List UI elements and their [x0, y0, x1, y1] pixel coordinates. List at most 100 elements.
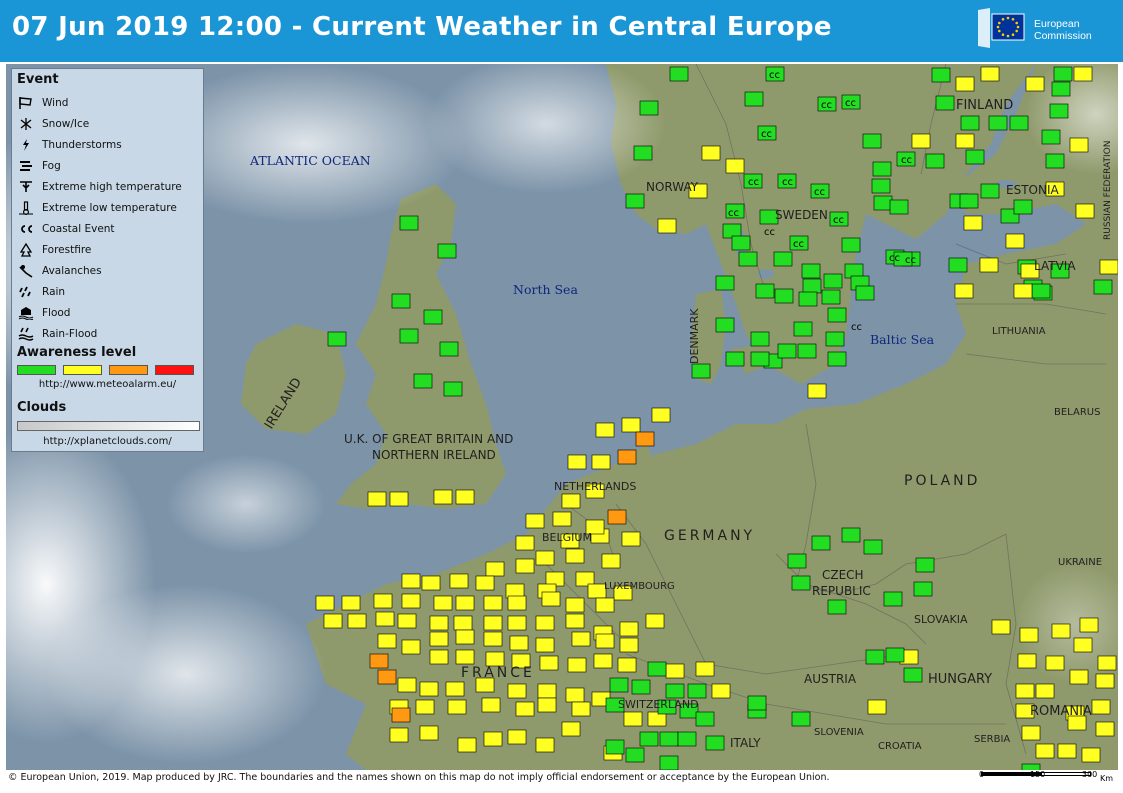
scale-label-300: 300	[1082, 770, 1098, 779]
forestfire-icon	[17, 243, 35, 258]
svg-text:cc: cc	[889, 253, 900, 264]
label-lithuania: LITHUANIA	[992, 326, 1046, 337]
page-title: 07 Jun 2019 12:00 - Current Weather in C…	[12, 12, 832, 42]
coastal-event-icon	[17, 222, 35, 237]
european-commission-logo: European Commission	[976, 8, 1121, 56]
legend-label-forestfire: Forestfire	[42, 244, 92, 256]
label-latvia: LATVIA	[1034, 259, 1076, 273]
svg-text:cc: cc	[814, 187, 825, 198]
meteoalarm-link[interactable]: http://www.meteoalarm.eu/	[12, 379, 203, 390]
svg-text:cc: cc	[793, 239, 804, 250]
svg-text:cc: cc	[851, 322, 862, 333]
svg-text:cc: cc	[728, 208, 739, 219]
legend-label-coastal: Coastal Event	[42, 223, 115, 235]
legend-label-wind: Wind	[42, 97, 69, 109]
label-denmark: DENMARK	[688, 308, 701, 364]
svg-text:cc: cc	[901, 155, 912, 166]
svg-text:cc: cc	[761, 129, 772, 140]
svg-text:cc: cc	[905, 255, 916, 266]
legend-item-rain-flood: Rain-Flood	[17, 325, 97, 343]
flood-icon	[17, 306, 35, 321]
scale-bar: 0 150 300 Km	[976, 766, 1116, 790]
legend-item-avalanches: Avalanches	[17, 262, 102, 280]
legend-label-low-temp: Extreme low temperature	[42, 202, 177, 214]
legend-item-flood: Flood	[17, 304, 70, 322]
awareness-level-red	[155, 365, 194, 375]
legend-item-low-temp: Extreme low temperature	[17, 199, 177, 217]
legend-item-coastal: Coastal Event	[17, 220, 115, 238]
label-north-sea: North Sea	[513, 282, 578, 297]
avalanche-icon	[17, 264, 35, 279]
legend-label-avalanches: Avalanches	[42, 265, 102, 277]
label-croatia: CROATIA	[878, 741, 922, 752]
eu-flag-icon	[976, 8, 1028, 48]
label-belgium: BELGIUM	[542, 531, 592, 544]
legend-item-rain: Rain	[17, 283, 65, 301]
label-baltic-sea: Baltic Sea	[870, 332, 935, 347]
label-estonia: ESTONIA	[1006, 183, 1059, 197]
rain-flood-icon	[17, 327, 35, 342]
label-belarus: BELARUS	[1054, 407, 1101, 418]
legend-label-flood: Flood	[42, 307, 71, 319]
svg-text:cc: cc	[764, 227, 775, 238]
legend-event-heading: Event	[17, 72, 59, 87]
label-uk-line1: U.K. OF GREAT BRITAIN AND	[344, 432, 514, 446]
legend-item-fog: Fog	[17, 157, 61, 175]
rain-icon	[17, 285, 35, 300]
legend-item-snow-ice: Snow/Ice	[17, 115, 89, 133]
svg-text:cc: cc	[821, 100, 832, 111]
label-france: FRANCE	[461, 665, 535, 681]
thunderstorm-icon	[17, 138, 35, 153]
legend-label-fog: Fog	[42, 160, 61, 172]
legend-item-forestfire: Forestfire	[17, 241, 91, 259]
fog-icon	[17, 159, 35, 174]
wind-icon	[17, 96, 35, 111]
label-poland: POLAND	[904, 473, 981, 489]
clouds-scale-bar	[17, 421, 200, 431]
label-finland: FINLAND	[956, 98, 1014, 113]
map-legend: Event Wind Snow/Ice Thunderstorms Fog Ex…	[11, 68, 204, 452]
scale-label-0: 0	[979, 770, 985, 779]
label-ukraine: UKRAINE	[1058, 557, 1103, 568]
copyright-footer: © European Union, 2019. Map produced by …	[8, 772, 830, 783]
legend-awareness-heading: Awareness level	[17, 345, 137, 360]
awareness-level-green	[17, 365, 56, 375]
svg-text:cc: cc	[845, 98, 856, 109]
legend-item-thunderstorms: Thunderstorms	[17, 136, 122, 154]
svg-text:cc: cc	[769, 70, 780, 81]
scale-unit: Km	[1100, 774, 1114, 783]
label-switzerland: SWITZERLAND	[618, 698, 699, 711]
snow-ice-icon	[17, 117, 35, 132]
label-norway: NORWAY	[646, 180, 699, 194]
svg-text:cc: cc	[782, 177, 793, 188]
xplanetclouds-link[interactable]: http://xplanetclouds.com/	[12, 436, 203, 447]
label-czech-line2: REPUBLIC	[812, 584, 871, 598]
label-netherlands: NETHERLANDS	[554, 480, 637, 493]
legend-label-snow-ice: Snow/Ice	[42, 118, 90, 130]
legend-label-rain-flood: Rain-Flood	[42, 328, 98, 340]
scale-label-150: 150	[1030, 770, 1046, 779]
legend-label-high-temp: Extreme high temperature	[42, 181, 182, 193]
label-sweden: SWEDEN	[775, 208, 828, 222]
legend-clouds-heading: Clouds	[17, 400, 67, 415]
label-slovakia: SLOVAKIA	[914, 613, 968, 626]
label-hungary: HUNGARY	[928, 672, 993, 687]
label-serbia: SERBIA	[974, 734, 1011, 745]
label-austria: AUSTRIA	[804, 672, 857, 686]
label-romania: ROMANIA	[1030, 704, 1092, 719]
legend-item-high-temp: Extreme high temperature	[17, 178, 182, 196]
label-slovenia: SLOVENIA	[814, 727, 864, 738]
svg-text:cc: cc	[748, 177, 759, 188]
awareness-level-orange	[109, 365, 148, 375]
legend-label-thunderstorms: Thunderstorms	[42, 139, 122, 151]
label-italy: ITALY	[730, 736, 761, 750]
label-germany: GERMANY	[664, 528, 756, 544]
label-atlantic-ocean: ATLANTIC OCEAN	[250, 153, 371, 168]
label-uk-line2: NORTHERN IRELAND	[372, 448, 496, 462]
svg-text:cc: cc	[833, 215, 844, 226]
title-bar: 07 Jun 2019 12:00 - Current Weather in C…	[0, 0, 1123, 62]
legend-label-rain: Rain	[42, 286, 66, 298]
high-temperature-icon	[17, 180, 35, 195]
legend-item-wind: Wind	[17, 94, 68, 112]
low-temperature-icon	[17, 201, 35, 216]
